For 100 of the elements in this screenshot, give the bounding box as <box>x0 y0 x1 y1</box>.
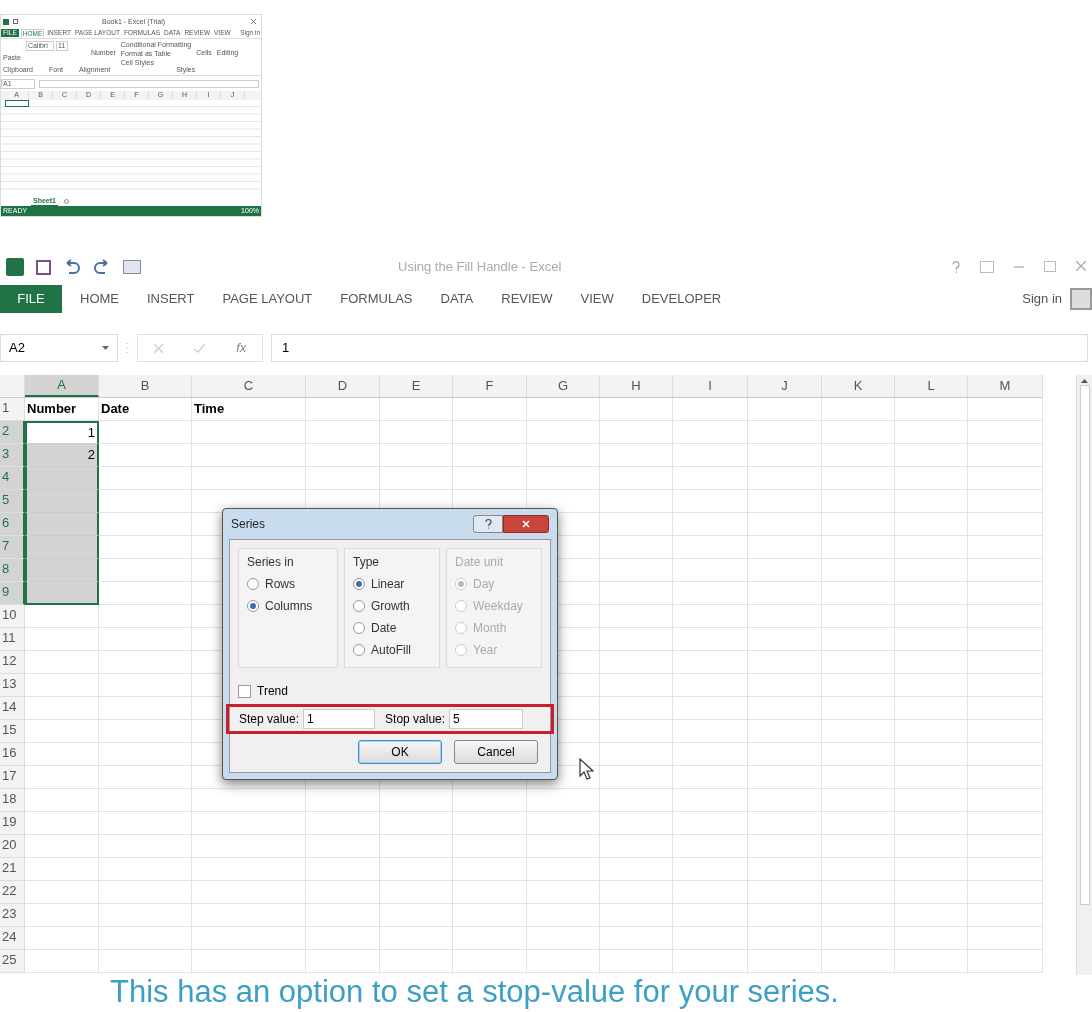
active-cell <box>5 100 29 107</box>
column-header[interactable]: F <box>453 375 527 397</box>
column-header[interactable]: I <box>673 375 748 397</box>
formula-field[interactable]: 1 <box>271 334 1088 362</box>
radio-label: Date <box>371 620 397 637</box>
radio-button[interactable] <box>353 600 365 612</box>
column-header[interactable]: K <box>822 375 895 397</box>
row-header[interactable]: 19 <box>0 812 25 835</box>
dialog-button[interactable]: OK <box>358 740 442 764</box>
row-header[interactable]: 6 <box>0 513 25 536</box>
row-header[interactable]: 25 <box>0 950 25 973</box>
stop-value-field[interactable]: 5 <box>449 709 524 729</box>
checkbox-label: Trend <box>257 683 288 700</box>
table-cell: Date <box>99 398 192 421</box>
column-header[interactable]: D <box>306 375 380 397</box>
enter-icon[interactable] <box>193 343 205 353</box>
column-header[interactable]: M <box>968 375 1043 397</box>
row-header[interactable]: 7 <box>0 536 25 559</box>
row-header[interactable]: 15 <box>0 720 25 743</box>
column-header[interactable]: C <box>192 375 306 397</box>
row-header[interactable]: 24 <box>0 927 25 950</box>
dialog-button[interactable]: Cancel <box>454 740 538 764</box>
window-title: Using the Fill Handle - Excel <box>398 258 562 277</box>
group-label: Date unit <box>455 554 505 571</box>
row-header[interactable]: 9 <box>0 582 25 605</box>
dropdown-caret-icon[interactable] <box>102 346 109 350</box>
row-header[interactable]: 12 <box>0 651 25 674</box>
sign-in-link[interactable]: Sign in <box>1022 289 1062 309</box>
close-button[interactable] <box>503 515 549 533</box>
row-header[interactable]: 14 <box>0 697 25 720</box>
row-header[interactable]: 17 <box>0 766 25 789</box>
ribbon-tab[interactable]: DATA <box>440 289 474 309</box>
field-label: Stop value: <box>385 711 446 728</box>
dialog-title: Series <box>231 516 265 533</box>
ribbon-tab[interactable]: INSERT <box>147 289 195 309</box>
field-label: Step value: <box>239 711 300 728</box>
radio-label: Linear <box>371 576 405 593</box>
row-header[interactable]: 18 <box>0 789 25 812</box>
help-icon[interactable] <box>952 261 960 273</box>
radio-label: Growth <box>371 598 410 615</box>
cancel-icon[interactable] <box>153 343 163 353</box>
column-header[interactable]: H <box>600 375 673 397</box>
excel-logo-icon <box>3 18 9 25</box>
insert-function-button[interactable]: fx <box>236 338 247 358</box>
row-header[interactable]: 1 <box>0 398 25 421</box>
row-header[interactable]: 5 <box>0 490 25 513</box>
ribbon-display-icon[interactable] <box>980 261 994 273</box>
group-label: Type <box>353 554 380 571</box>
file-tab[interactable]: FILE <box>0 285 62 313</box>
table-cell: 2 <box>25 444 99 467</box>
ribbon-tab[interactable]: REVIEW <box>501 289 553 309</box>
row-header[interactable]: 21 <box>0 858 25 881</box>
row-header[interactable]: 8 <box>0 559 25 582</box>
column-header[interactable]: J <box>748 375 822 397</box>
excel-logo-icon <box>6 258 24 276</box>
scroll-up-icon[interactable] <box>1081 379 1088 383</box>
row-header[interactable]: 4 <box>0 467 25 490</box>
row-header[interactable]: 20 <box>0 835 25 858</box>
radio-label: Weekday <box>473 598 523 615</box>
radio-label: Month <box>473 620 507 637</box>
ribbon-tab[interactable]: FORMULAS <box>340 289 413 309</box>
radio-button[interactable] <box>353 622 365 634</box>
row-header[interactable]: 13 <box>0 674 25 697</box>
trend-checkbox[interactable] <box>238 684 251 698</box>
step-value-field[interactable]: 1 <box>303 709 376 729</box>
column-header[interactable]: E <box>380 375 453 397</box>
ribbon-tab[interactable]: HOME <box>80 289 119 309</box>
formula-field[interactable] <box>39 79 259 88</box>
row-header[interactable]: 11 <box>0 628 25 651</box>
close-icon <box>522 520 530 528</box>
radio-label: Columns <box>265 598 313 615</box>
column-header[interactable]: G <box>527 375 600 397</box>
ribbon-tab[interactable]: PAGE LAYOUT <box>222 289 313 309</box>
row-header[interactable]: 16 <box>0 743 25 766</box>
close-icon[interactable] <box>1076 261 1086 271</box>
radio-label: Year <box>473 642 498 659</box>
user-avatar-icon[interactable] <box>1070 288 1092 310</box>
name-box[interactable]: A2 <box>9 338 25 358</box>
row-header[interactable]: 22 <box>0 881 25 904</box>
close-icon[interactable] <box>251 19 256 24</box>
row-header[interactable]: 23 <box>0 904 25 927</box>
radio-button[interactable] <box>353 644 365 656</box>
ribbon-tab[interactable]: DEVELOPER <box>641 289 722 309</box>
group-label: Series in <box>247 554 295 571</box>
radio-label: Rows <box>265 576 295 593</box>
ribbon-tab[interactable]: VIEW <box>580 289 614 309</box>
radio-button[interactable] <box>353 578 365 590</box>
column-header[interactable]: B <box>99 375 192 397</box>
scrollbar[interactable] <box>1076 375 1092 975</box>
row-header[interactable]: 10 <box>0 605 25 628</box>
radio-label: AutoFill <box>371 642 411 659</box>
row-header[interactable]: 2 <box>0 421 25 444</box>
help-button[interactable] <box>473 515 503 533</box>
maximize-icon[interactable] <box>1044 261 1056 272</box>
radio-button[interactable] <box>247 578 259 590</box>
radio-button[interactable] <box>247 600 259 612</box>
row-header[interactable]: 3 <box>0 444 25 467</box>
touch-mode-icon[interactable] <box>123 260 141 274</box>
column-header[interactable]: A <box>25 375 99 397</box>
column-header[interactable]: L <box>895 375 968 397</box>
